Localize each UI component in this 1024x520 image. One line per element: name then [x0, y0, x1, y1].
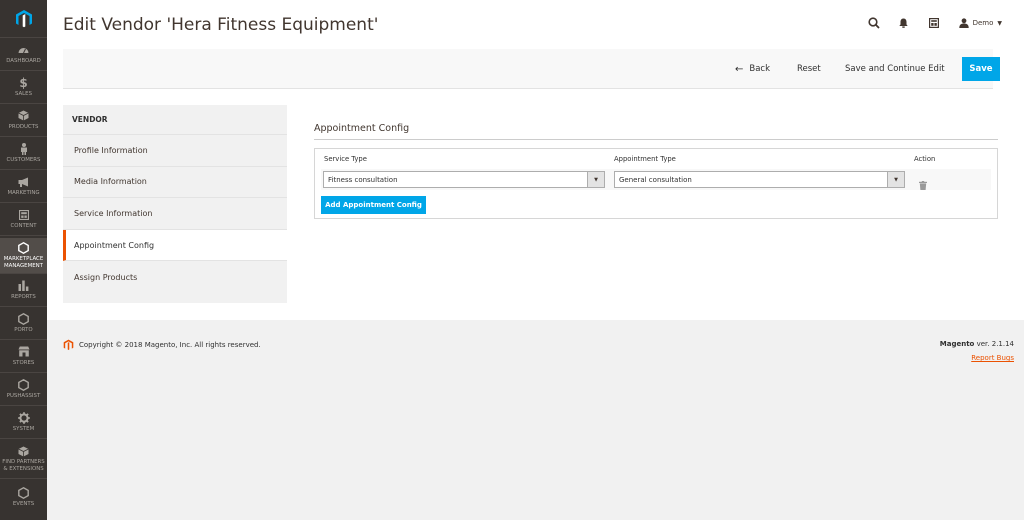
sidebar-item-label: DASHBOARD: [6, 57, 41, 64]
column-header-action: Action: [914, 155, 936, 163]
sidebar-item-label-line2: MANAGEMENT: [4, 262, 43, 269]
back-button-label: Back: [749, 64, 771, 74]
sidebar-item-customers[interactable]: CUSTOMERS: [0, 137, 47, 170]
sidebar-item-porto[interactable]: PORTO: [0, 307, 47, 340]
sidebar-item-label: SALES: [14, 90, 33, 97]
search-icon[interactable]: [865, 14, 883, 32]
page-actions-bar: ← Back Reset Save and Continue Edit Save: [63, 49, 1000, 89]
appointment-type-value: General consultation: [619, 175, 692, 184]
copyright-text: Copyright © 2018 Magento, Inc. All right…: [79, 341, 261, 349]
tab-service-information[interactable]: Service Information: [63, 198, 287, 230]
service-type-value: Fitness consultation: [328, 175, 398, 184]
hexagon-icon: [18, 378, 29, 391]
sidebar-item-reports[interactable]: REPORTS: [0, 274, 47, 307]
magento-footer-logo-icon: [63, 339, 74, 353]
service-type-select[interactable]: Fitness consultation ▼: [323, 171, 605, 188]
store-icon: [18, 346, 30, 358]
gear-icon: [17, 411, 30, 424]
delete-row-trash-icon[interactable]: [919, 175, 927, 194]
sidebar-item-stores[interactable]: STORES: [0, 340, 47, 373]
box-icon: [18, 110, 29, 122]
sidebar-item-events[interactable]: EVENTS: [0, 479, 47, 515]
chevron-down-icon: ▼: [997, 19, 1002, 27]
page-title: Edit Vendor 'Hera Fitness Equipment': [63, 15, 379, 35]
sidebar-item-label: PORTO: [14, 326, 33, 333]
tab-appointment-config[interactable]: Appointment Config: [63, 229, 287, 262]
main-area: Edit Vendor 'Hera Fitness Equipment' Dem…: [47, 0, 1024, 520]
column-header-appointment-type: Appointment Type: [614, 155, 676, 163]
section-divider: [314, 139, 998, 140]
dashboard-icon: [18, 44, 29, 56]
sidebar-item-sales[interactable]: $ SALES: [0, 71, 47, 104]
header-actions: Demo ▼: [853, 14, 1002, 32]
bar-chart-icon: [18, 280, 29, 292]
sidebar-item-dashboard[interactable]: DASHBOARD: [0, 38, 47, 71]
sidebar-item-label-line2: & EXTENSIONS: [3, 465, 44, 472]
sidebar-item-marketing[interactable]: MARKETING: [0, 170, 47, 203]
tabs-title: VENDOR: [63, 105, 287, 135]
sidebar-item-label: STORES: [12, 359, 35, 366]
reset-button[interactable]: Reset: [797, 49, 821, 89]
section-title: Appointment Config: [314, 123, 410, 134]
sidebar-item-label: PRODUCTS: [8, 123, 39, 130]
chevron-down-icon: ▼: [587, 172, 604, 187]
sidebar-item-find-partners[interactable]: FIND PARTNERS & EXTENSIONS: [0, 439, 47, 479]
sidebar-item-label: REPORTS: [11, 293, 36, 300]
save-and-continue-button[interactable]: Save and Continue Edit: [845, 49, 945, 89]
hexagon-icon: [18, 312, 29, 325]
appointment-type-select[interactable]: General consultation ▼: [614, 171, 905, 188]
person-icon: [20, 142, 28, 155]
sidebar-item-label: MARKETING: [7, 189, 40, 196]
vendor-tabs: VENDOR Profile Information Media Informa…: [63, 105, 287, 303]
user-menu[interactable]: Demo ▼: [958, 18, 1002, 28]
save-button[interactable]: Save: [962, 57, 1000, 81]
tab-profile-information[interactable]: Profile Information: [63, 135, 287, 167]
magento-logo[interactable]: [0, 0, 47, 38]
tab-assign-products[interactable]: Assign Products: [63, 261, 287, 293]
cube-icon: [18, 445, 29, 457]
sidebar-item-pushassist[interactable]: PUSHASSIST: [0, 373, 47, 406]
sidebar-item-label: EVENTS: [12, 500, 35, 507]
hexagon-icon: [18, 242, 29, 254]
page-content: Edit Vendor 'Hera Fitness Equipment' Dem…: [47, 0, 1024, 320]
sidebar-item-label: SYSTEM: [12, 425, 35, 432]
add-appointment-config-button[interactable]: Add Appointment Config: [321, 196, 426, 214]
version-info: Magento ver. 2.1.14: [940, 340, 1014, 348]
sidebar-item-label: PUSHASSIST: [6, 392, 41, 399]
system-messages-icon[interactable]: [925, 14, 943, 32]
sidebar-item-system[interactable]: SYSTEM: [0, 406, 47, 439]
tab-media-information[interactable]: Media Information: [63, 167, 287, 199]
hexagon-icon: [18, 486, 29, 499]
user-name: Demo: [972, 19, 994, 27]
magento-logo-icon: [15, 9, 32, 27]
layout-icon: [18, 209, 29, 221]
dollar-icon: $: [19, 75, 28, 90]
sidebar-item-label: CUSTOMERS: [6, 156, 41, 163]
brand-name: Magento: [939, 340, 975, 348]
chevron-down-icon: ▼: [887, 172, 904, 187]
sidebar-item-marketplace-management[interactable]: MARKETPLACE MANAGEMENT: [0, 238, 47, 274]
sidebar-item-label: CONTENT: [10, 222, 37, 229]
megaphone-icon: [18, 176, 30, 188]
column-header-service-type: Service Type: [324, 155, 367, 163]
notifications-bell-icon[interactable]: [895, 14, 913, 32]
version-number: ver. 2.1.14: [974, 340, 1014, 348]
admin-sidebar: DASHBOARD $ SALES PRODUCTS CUSTOMERS MAR…: [0, 0, 47, 520]
sidebar-item-content[interactable]: CONTENT: [0, 203, 47, 236]
user-icon: [958, 18, 969, 28]
appointment-config-table: Service Type Appointment Type Action Fit…: [314, 148, 998, 219]
report-bugs-link[interactable]: Report Bugs: [971, 354, 1014, 362]
sidebar-item-products[interactable]: PRODUCTS: [0, 104, 47, 137]
back-button[interactable]: ← Back: [735, 49, 770, 89]
arrow-left-icon: ←: [735, 63, 744, 75]
